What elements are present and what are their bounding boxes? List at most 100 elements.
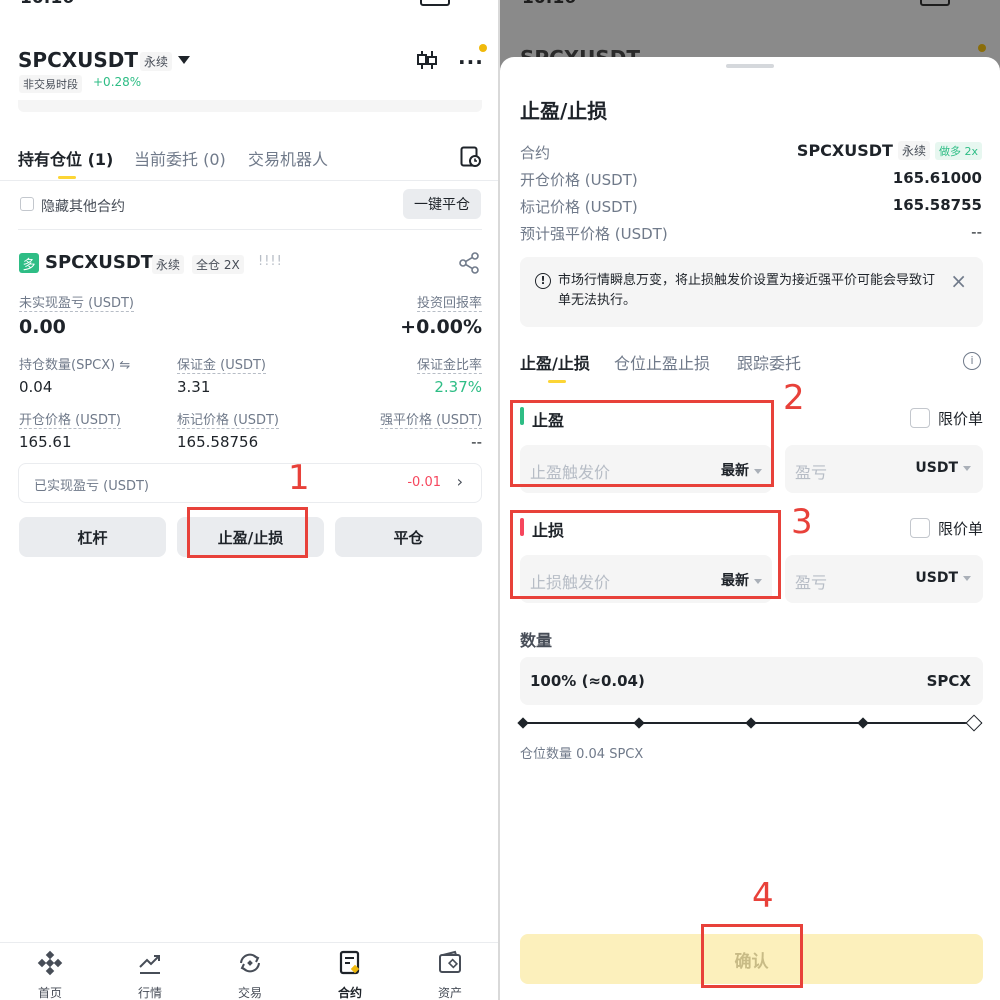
close-position-button[interactable]: 平仓 <box>335 517 482 557</box>
position-tag-margin: 全仓 2X <box>192 255 244 274</box>
sl-pnl-input[interactable]: 盈亏 USDT <box>785 555 983 603</box>
nav-home-label: 首页 <box>37 986 62 1000</box>
battery-icon-dimmed <box>920 0 950 6</box>
slider-step-50[interactable] <box>745 717 757 729</box>
contract-label: 合约 <box>520 144 551 162</box>
battery-icon <box>420 0 450 6</box>
long-badge: 多 <box>19 253 39 273</box>
nav-futures-label: 合约 <box>337 986 362 1000</box>
sl-unit-select[interactable]: USDT <box>915 570 971 586</box>
nav-home[interactable]: 首页 <box>0 950 100 1000</box>
nav-trade-label: 交易 <box>237 986 262 1000</box>
annotation-number-1: 1 <box>288 458 310 498</box>
entry-price-label: 开仓价格 (USDT) <box>19 413 121 429</box>
tab-tpsl[interactable]: 止盈/止损 <box>520 350 590 374</box>
unrealized-pnl-label: 未实现盈亏 (USDT) <box>19 296 134 312</box>
liq-price-label: 强平价格 (USDT) <box>380 413 482 429</box>
info-icon: ! <box>535 273 551 289</box>
symbol-title[interactable]: SPCXUSDT <box>18 48 138 72</box>
candlestick-icon[interactable] <box>416 50 438 74</box>
tab-indicator <box>548 380 566 383</box>
tab-indicator <box>58 176 76 179</box>
roi-label: 投资回报率 <box>416 296 482 312</box>
annotation-box-4 <box>701 924 803 988</box>
share-icon[interactable] <box>458 252 480 278</box>
tab-positions[interactable]: 持有仓位 (1) <box>18 146 113 170</box>
nav-markets[interactable]: 行情 <box>100 950 200 1000</box>
nav-assets-label: 资产 <box>437 986 462 1000</box>
mark-price-label: 标记价格 (USDT) <box>520 198 638 216</box>
contract-info: SPCXUSDT 永续 做多 2x <box>797 141 982 160</box>
tp-limit-checkbox[interactable] <box>910 408 930 428</box>
sl-limit-checkbox[interactable] <box>910 518 930 538</box>
dropdown-caret-icon <box>963 575 971 581</box>
slider-step-0[interactable] <box>517 717 529 729</box>
help-icon[interactable]: i <box>963 352 981 370</box>
qty-input[interactable]: 100% (≈0.04) SPCX <box>520 657 983 705</box>
position-tag-perp: 永续 <box>152 255 185 274</box>
tp-unit-select[interactable]: USDT <box>915 460 971 476</box>
status-time-dimmed: 10:16 <box>522 0 576 8</box>
annotation-number-4: 4 <box>752 876 774 916</box>
position-qty-note: 仓位数量 0.04 SPCX <box>520 747 644 762</box>
tp-pnl-placeholder: 盈亏 <box>795 463 828 482</box>
liq-price-label: 预计强平价格 (USDT) <box>520 225 668 243</box>
symbol-dropdown-icon[interactable] <box>178 56 190 64</box>
qty-value: 0.04 <box>19 378 53 396</box>
close-icon[interactable]: × <box>950 269 967 293</box>
tab-trailing[interactable]: 跟踪委托 <box>737 350 801 374</box>
margin-label: 保证金 (USDT) <box>177 358 266 374</box>
tp-pnl-input[interactable]: 盈亏 USDT <box>785 445 983 493</box>
wallet-icon <box>439 950 461 973</box>
notification-dot <box>479 44 487 52</box>
nav-trade[interactable]: 交易 <box>200 950 300 1000</box>
margin-ratio-value: 2.37% <box>434 378 482 396</box>
dropdown-caret-icon <box>963 465 971 471</box>
close-all-button[interactable]: 一键平仓 <box>403 189 481 219</box>
margin-ratio-label: 保证金比率 <box>416 358 482 374</box>
chevron-right-icon: › <box>456 472 463 491</box>
home-icon <box>37 950 63 976</box>
row-divider <box>18 229 482 230</box>
contract-tag: 永续 <box>897 141 930 160</box>
nav-assets[interactable]: 资产 <box>400 950 500 1000</box>
annotation-number-2: 2 <box>783 378 805 418</box>
mark-price-label: 标记价格 (USDT) <box>177 413 279 429</box>
realized-pnl-row[interactable]: 已实现盈亏 (USDT) -0.01 › <box>18 463 482 503</box>
history-icon[interactable] <box>460 146 482 172</box>
sl-limit-label: 限价单 <box>938 520 984 538</box>
nav-futures[interactable]: 合约 <box>300 950 400 1000</box>
contract-symbol: SPCXUSDT <box>796 141 893 160</box>
sheet-title: 止盈/止损 <box>520 99 608 123</box>
chart-area-edge <box>18 100 482 112</box>
slider-step-25[interactable] <box>633 717 645 729</box>
sl-pnl-placeholder: 盈亏 <box>795 573 828 592</box>
positions-screen: 10:16 SPCXUSDT 永续 非交易时段 +0.28% ··· 持有仓位 … <box>0 0 500 1000</box>
mark-price-value: 165.58755 <box>892 196 982 214</box>
entry-price-label: 开仓价格 (USDT) <box>520 171 638 189</box>
annotation-number-3: 3 <box>791 502 813 542</box>
tab-open-orders[interactable]: 当前委托 (0) <box>134 146 226 170</box>
more-icon[interactable]: ··· <box>458 50 484 74</box>
annotation-box-1 <box>187 507 308 558</box>
unrealized-pnl-value: 0.00 <box>19 316 66 338</box>
hide-other-checkbox[interactable] <box>20 197 34 211</box>
qty-label[interactable]: 持仓数量(SPCX) ⇋ <box>19 354 130 373</box>
entry-price-value: 165.61 <box>19 433 72 451</box>
qty-unit: SPCX <box>926 672 971 690</box>
contract-tag: 永续 <box>140 52 173 71</box>
margin-value: 3.31 <box>177 378 211 396</box>
realized-pnl-value: -0.01 <box>407 475 441 490</box>
tp-limit-label: 限价单 <box>938 410 984 428</box>
slider-thumb[interactable] <box>965 714 983 732</box>
leverage-button[interactable]: 杠杆 <box>19 517 166 557</box>
slider-step-75[interactable] <box>857 717 869 729</box>
tab-bots[interactable]: 交易机器人 <box>248 146 328 170</box>
tab-position-tpsl[interactable]: 仓位止盈止损 <box>614 350 710 374</box>
sheet-handle[interactable] <box>726 64 774 68</box>
realized-pnl-label: 已实现盈亏 (USDT) <box>34 479 149 494</box>
annotation-box-3 <box>510 510 781 599</box>
futures-icon <box>339 950 360 975</box>
tabs-divider <box>0 180 500 181</box>
tpsl-screen: 10:16 SPCXUSDT 止盈/止损 合约 SPCXUSDT 永续 做多 2… <box>500 0 1000 1000</box>
